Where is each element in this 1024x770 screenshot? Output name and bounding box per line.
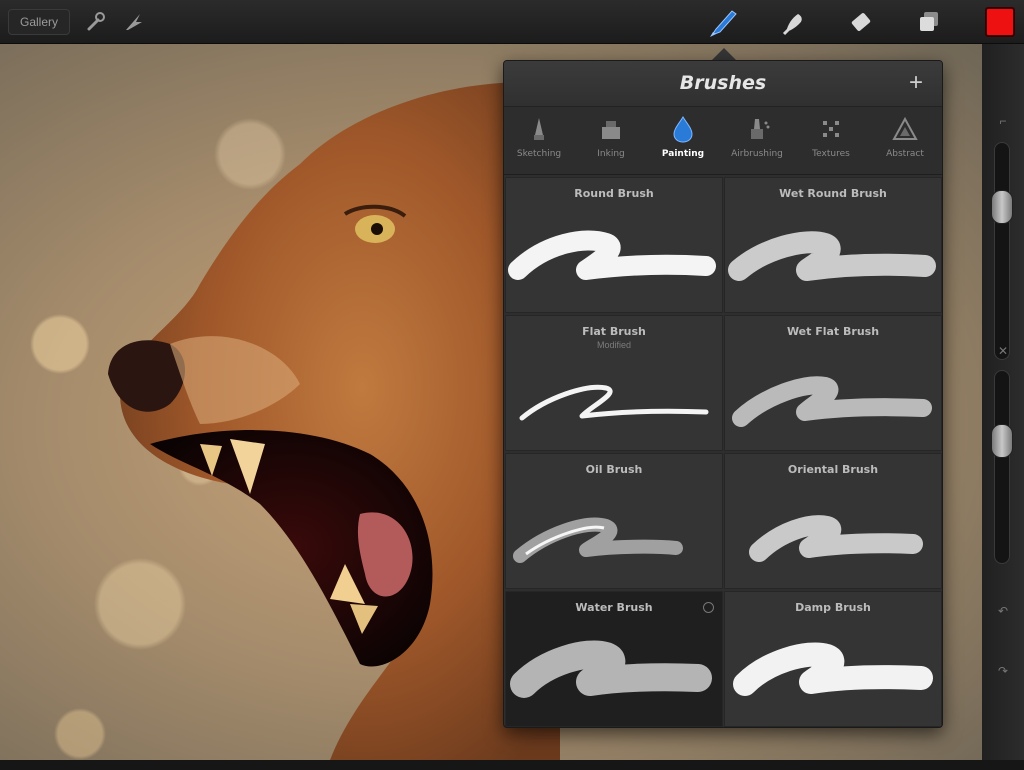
- panel-pointer: [712, 48, 736, 60]
- abstract-icon: [892, 116, 918, 140]
- brush-name: Damp Brush: [795, 601, 871, 614]
- top-toolbar: Gallery: [0, 0, 1024, 44]
- brush-tile-water[interactable]: Water Brush: [505, 591, 723, 727]
- brush-stroke-preview: [728, 231, 936, 281]
- brush-tile-oriental[interactable]: Oriental Brush: [724, 453, 942, 589]
- brushes-panel-header: Brushes +: [504, 61, 942, 107]
- brush-stroke-preview: [508, 230, 716, 280]
- undo-icon[interactable]: ↶: [994, 604, 1012, 620]
- adjustments-icon[interactable]: [80, 8, 110, 36]
- gallery-button[interactable]: Gallery: [8, 9, 70, 35]
- add-brush-button[interactable]: +: [904, 70, 928, 96]
- brush-name: Flat Brush: [582, 325, 646, 338]
- brush-stroke-preview: [510, 640, 712, 698]
- smudge-icon[interactable]: [778, 8, 808, 36]
- brush-name: Wet Round Brush: [779, 187, 887, 200]
- category-label: Abstract: [886, 149, 924, 159]
- panel-title: Brushes: [679, 72, 767, 94]
- brush-icon[interactable]: [706, 5, 740, 39]
- category-label: Sketching: [516, 149, 562, 159]
- brushes-panel: Brushes + Sketching Inking Painting Airb…: [503, 60, 943, 728]
- brush-name: Water Brush: [575, 601, 653, 614]
- category-textures[interactable]: Textures: [796, 115, 866, 171]
- brush-tile-oil[interactable]: Oil Brush: [505, 453, 723, 589]
- brush-tile-wet-flat[interactable]: Wet Flat Brush: [724, 315, 942, 451]
- brush-tile-round[interactable]: Round Brush: [505, 177, 723, 313]
- brush-categories: Sketching Inking Painting Airbrushing Te…: [504, 107, 942, 224]
- category-inking[interactable]: Inking: [576, 115, 646, 171]
- eraser-icon[interactable]: [846, 8, 876, 36]
- category-label: Inking: [597, 149, 625, 159]
- category-label: Painting: [661, 149, 705, 159]
- brush-size-slider[interactable]: [994, 142, 1010, 360]
- drop-icon: [673, 116, 693, 143]
- brush-stroke-preview: [733, 642, 933, 696]
- opacity-slider-thumb[interactable]: [991, 424, 1013, 458]
- transform-icon[interactable]: [118, 8, 148, 36]
- brush-size-slider-thumb[interactable]: [991, 190, 1013, 224]
- size-indicator-icon: ⌐: [999, 114, 1007, 128]
- brush-tile-flat[interactable]: Flat Brush Modified: [505, 315, 723, 451]
- category-airbrushing[interactable]: Airbrushing: [722, 115, 792, 171]
- layers-icon[interactable]: [914, 8, 944, 36]
- brush-stroke-preview: [732, 376, 932, 427]
- brush-name: Round Brush: [574, 187, 654, 200]
- color-swatch[interactable]: [985, 7, 1015, 37]
- category-painting[interactable]: Painting: [648, 115, 718, 171]
- redo-icon[interactable]: ↷: [994, 664, 1012, 680]
- brush-stroke-preview: [513, 517, 683, 563]
- brush-name: Wet Flat Brush: [786, 325, 880, 338]
- brush-grid: Round Brush Wet Round Brush Flat Brush M…: [504, 176, 942, 727]
- brush-stroke-preview: [749, 515, 923, 562]
- bottom-bar: [0, 760, 1024, 770]
- ink-icon: [602, 121, 620, 139]
- category-abstract[interactable]: Abstract: [870, 115, 940, 171]
- airbrush-icon: [751, 119, 770, 139]
- pencil-icon: [534, 118, 544, 140]
- brush-name: Oil Brush: [585, 463, 643, 476]
- brush-tile-wet-round[interactable]: Wet Round Brush: [724, 177, 942, 313]
- category-label: Textures: [812, 149, 850, 159]
- brush-stroke-preview: [519, 384, 709, 421]
- texture-icon: [823, 121, 839, 137]
- brush-info-icon[interactable]: [703, 602, 714, 613]
- category-label: Airbrushing: [731, 149, 783, 159]
- brush-tile-damp[interactable]: Damp Brush: [724, 591, 942, 727]
- brush-name: Oriental Brush: [787, 463, 879, 476]
- right-sidebar: ⌐ ✕ ↶ ↷: [982, 44, 1024, 760]
- modify-button-icon[interactable]: ✕: [994, 344, 1012, 360]
- opacity-slider[interactable]: [994, 370, 1010, 564]
- category-sketching[interactable]: Sketching: [504, 115, 574, 171]
